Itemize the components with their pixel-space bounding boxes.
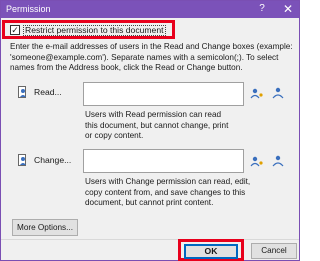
restrict-permission-highlight: ✓ Restrict permission to this document: [2, 20, 175, 39]
change-description: Users with Change permission can read, e…: [85, 177, 251, 207]
restrict-permission-checkbox[interactable]: ✓: [10, 25, 20, 35]
cancel-button[interactable]: Cancel: [251, 243, 297, 259]
more-options-button[interactable]: More Options...: [12, 219, 78, 236]
restrict-permission-label[interactable]: Restrict permission to this document: [23, 25, 166, 36]
read-users-input[interactable]: [83, 82, 244, 106]
title-bar: Permission ? ✕: [1, 1, 299, 18]
change-user-icon[interactable]: [18, 154, 28, 168]
read-address-book-icon[interactable]: [250, 86, 264, 100]
help-button[interactable]: ?: [255, 2, 269, 16]
permission-dialog: Permission ? ✕ ✓ Restrict permission to …: [0, 0, 300, 261]
ok-button-highlight: OK: [178, 239, 244, 261]
change-button[interactable]: Change...: [34, 155, 71, 165]
footer-divider: [1, 239, 299, 240]
ok-button[interactable]: OK: [184, 244, 238, 259]
read-user-icon[interactable]: [18, 86, 28, 100]
read-button[interactable]: Read...: [34, 87, 62, 97]
change-check-names-icon[interactable]: [271, 154, 285, 168]
instructions-text: Enter the e-mail addresses of users in t…: [10, 42, 293, 72]
dialog-title: Permission: [6, 4, 51, 14]
change-users-input[interactable]: [83, 149, 244, 173]
read-description: Users with Read permission can read this…: [85, 110, 229, 140]
read-check-names-icon[interactable]: [271, 86, 285, 100]
change-address-book-icon[interactable]: [250, 154, 264, 168]
close-button[interactable]: ✕: [280, 2, 296, 16]
